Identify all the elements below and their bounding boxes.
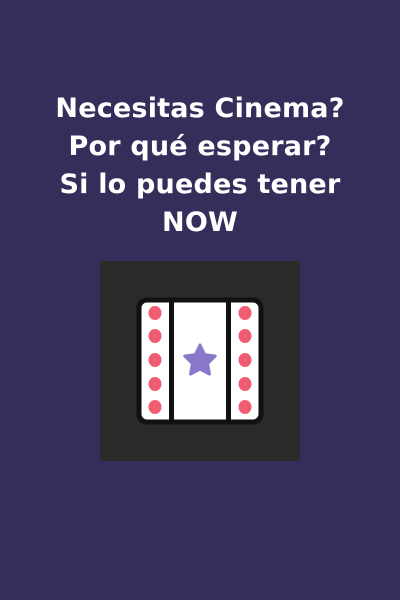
film-strip-divider-left	[169, 302, 174, 420]
perforation	[238, 377, 252, 391]
promo-headline: Necesitas Cinema? Por qué esperar? Si lo…	[0, 90, 400, 242]
headline-line-1: Necesitas Cinema?	[55, 93, 345, 124]
film-strip-star-icon	[136, 297, 264, 425]
app-icon-tile	[100, 261, 300, 461]
perforation	[148, 377, 162, 391]
perforation	[238, 400, 252, 414]
headline-line-2: Por qué esperar?	[68, 131, 332, 162]
headline-line-4: NOW	[162, 207, 238, 238]
film-strip-divider-right	[226, 302, 231, 420]
perforation	[148, 353, 162, 367]
headline-line-3: Si lo puedes tener	[59, 169, 341, 200]
perforation	[148, 306, 162, 320]
promo-screen: Necesitas Cinema? Por qué esperar? Si lo…	[0, 0, 400, 600]
perforation	[148, 400, 162, 414]
perforation	[238, 329, 252, 343]
perforation	[148, 329, 162, 343]
perforation	[238, 353, 252, 367]
perforation	[238, 306, 252, 320]
